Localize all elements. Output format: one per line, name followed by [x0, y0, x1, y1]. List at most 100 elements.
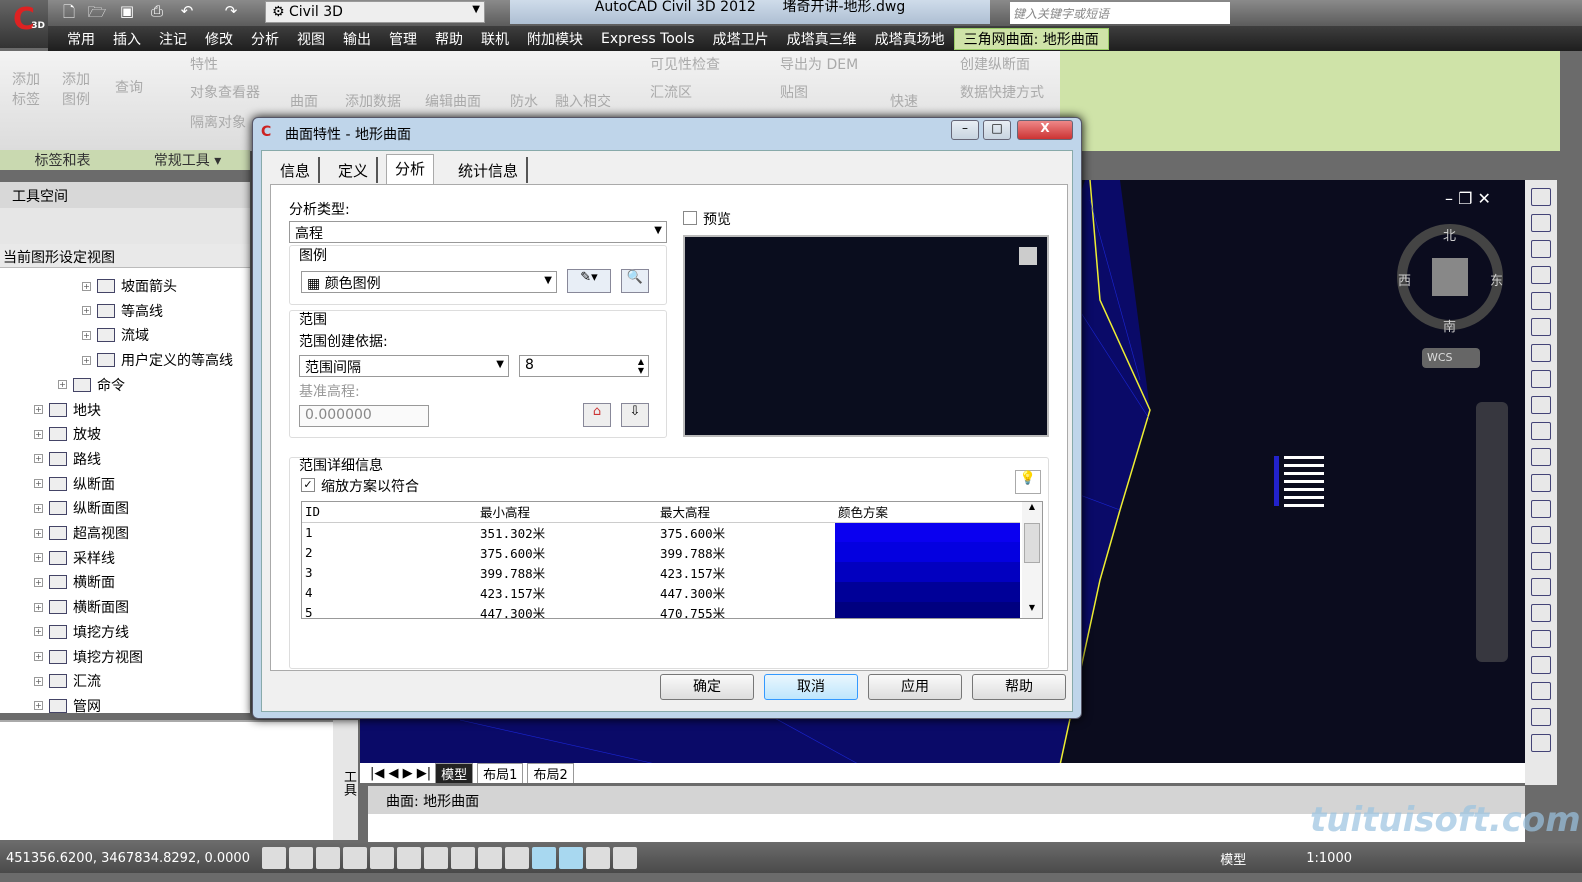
expand-icon[interactable]: +	[34, 405, 43, 414]
ribbon-button[interactable]: 汇流区	[650, 82, 692, 102]
tool-icon[interactable]	[1531, 526, 1551, 544]
tool-icon[interactable]	[1531, 708, 1551, 726]
tab-statistics[interactable]: 统计信息	[450, 157, 529, 183]
ribbon-button[interactable]: 数据快捷方式	[960, 82, 1044, 102]
menu-item[interactable]: 修改	[196, 29, 242, 49]
maximize-button[interactable]: □	[983, 120, 1011, 140]
menu-item[interactable]: 插入	[104, 29, 150, 49]
toolspace-view-select[interactable]: 当前图形设定视图	[0, 244, 250, 268]
tree-item[interactable]: + 放坡	[34, 424, 101, 444]
panel-labels-tables[interactable]: 标签和表	[0, 150, 125, 170]
spinner-icon[interactable]: ▲ ▼	[638, 357, 644, 375]
ribbon-button[interactable]: 对象查看器	[190, 82, 260, 102]
expand-icon[interactable]: +	[34, 701, 43, 711]
menu-item[interactable]: 分析	[242, 29, 288, 49]
tool-icon[interactable]	[1531, 266, 1551, 284]
expand-icon[interactable]: +	[34, 479, 43, 489]
expand-icon[interactable]: +	[82, 330, 91, 340]
expand-icon[interactable]: +	[34, 652, 43, 661]
expand-icon[interactable]: +	[34, 627, 43, 637]
menu-item[interactable]: 视图	[288, 29, 334, 49]
tree-item[interactable]: + 流域	[82, 325, 149, 345]
workspace-select[interactable]: ⚙ Civil 3D ▼	[265, 1, 485, 23]
drafting-toggle-icon[interactable]	[343, 847, 367, 869]
ok-button[interactable]: 确定	[660, 674, 754, 700]
drafting-toggle-icon[interactable]	[478, 847, 502, 869]
tool-icon[interactable]	[1531, 370, 1551, 388]
pick-elevation-button[interactable]: ⌂	[583, 403, 611, 427]
print-icon[interactable]: ⎙	[146, 2, 168, 22]
table-row[interactable]: 4 423.157米 447.300米	[302, 582, 1020, 602]
expand-icon[interactable]: +	[34, 676, 43, 686]
search-input[interactable]: 键入关键字或短语	[1010, 2, 1230, 24]
ribbon-button[interactable]: 可见性检查	[650, 54, 720, 74]
tool-icon[interactable]	[1531, 292, 1551, 310]
save-icon[interactable]: ▣	[116, 2, 138, 22]
ribbon-button[interactable]: 查询	[115, 77, 155, 97]
expand-icon[interactable]: +	[34, 577, 43, 587]
tree-item[interactable]: + 等高线	[82, 301, 163, 321]
menu-item[interactable]: 附加模块	[518, 29, 592, 49]
tree-item[interactable]: + 纵断面图	[34, 498, 129, 518]
tree-item[interactable]: + 填挖方视图	[34, 647, 143, 667]
tree-item[interactable]: + 路线	[34, 449, 101, 469]
menu-item[interactable]: 成塔真场地	[866, 29, 954, 49]
analysis-type-select[interactable]: 高程 ▼	[289, 221, 667, 243]
tree-item[interactable]: + 采样线	[34, 548, 115, 568]
expand-icon[interactable]: +	[34, 553, 43, 563]
tree-item[interactable]: + 坡面箭头	[82, 276, 177, 296]
undo-icon[interactable]: ↶	[176, 2, 198, 22]
tree-item[interactable]: + 命令	[58, 375, 125, 395]
tree-item[interactable]: + 用户定义的等高线	[82, 350, 233, 370]
range-count-stepper[interactable]: 8 ▲ ▼	[519, 355, 649, 377]
drafting-toggle-icon[interactable]	[262, 847, 286, 869]
tree-item[interactable]: + 地块	[34, 400, 101, 420]
menu-item[interactable]: 管理	[380, 29, 426, 49]
minimize-button[interactable]: –	[951, 120, 979, 140]
col-min-elev[interactable]: 最小高程	[477, 502, 657, 522]
tool-icon[interactable]	[1531, 604, 1551, 622]
apply-elevation-button[interactable]: ⇩	[621, 403, 649, 427]
tree-item[interactable]: + 横断面图	[34, 597, 129, 617]
tool-icon[interactable]	[1531, 396, 1551, 414]
drafting-toggle-icon[interactable]	[613, 847, 637, 869]
ribbon-button[interactable]: 快速	[890, 91, 918, 111]
color-swatch[interactable]	[835, 602, 1020, 618]
tool-icon[interactable]	[1531, 448, 1551, 466]
tool-icon[interactable]	[1531, 500, 1551, 518]
tree-item[interactable]: + 横断面	[34, 572, 115, 592]
color-swatch[interactable]	[835, 562, 1020, 582]
layout-tab[interactable]: 布局2	[527, 763, 574, 783]
drafting-toggle-icon[interactable]	[559, 847, 583, 869]
table-scrollbar[interactable]: ▲ ▼	[1022, 502, 1042, 618]
close-button[interactable]: X	[1017, 120, 1073, 140]
open-icon[interactable]: 🗁	[86, 2, 108, 22]
drafting-toggle-icon[interactable]	[370, 847, 394, 869]
menu-item[interactable]: 注记	[150, 29, 196, 49]
tree-item[interactable]: + 汇流	[34, 671, 101, 691]
tool-icon[interactable]	[1531, 734, 1551, 752]
drafting-toggle-icon[interactable]	[451, 847, 475, 869]
menu-item[interactable]: 成塔卫片	[704, 29, 778, 49]
ribbon-button[interactable]: 编辑曲面	[425, 91, 481, 111]
ribbon-button[interactable]: 防水	[510, 91, 538, 111]
ribbon-button[interactable]: 特性	[190, 54, 218, 74]
legend-select[interactable]: ▦ 颜色图例 ▼	[301, 271, 557, 293]
tool-icon[interactable]	[1531, 318, 1551, 336]
tool-icon[interactable]	[1531, 682, 1551, 700]
col-max-elev[interactable]: 最大高程	[657, 502, 835, 522]
help-button[interactable]: 帮助	[972, 674, 1066, 700]
expand-icon[interactable]: +	[34, 429, 43, 439]
tab-definition[interactable]: 定义	[330, 157, 379, 183]
tool-icon[interactable]	[1531, 474, 1551, 492]
preview-toggle-icon[interactable]	[1019, 247, 1037, 265]
menu-item[interactable]: 输出	[334, 29, 380, 49]
tool-icon[interactable]	[1531, 240, 1551, 258]
cancel-button[interactable]: 取消	[764, 674, 858, 700]
color-swatch[interactable]	[835, 542, 1020, 562]
expand-icon[interactable]: +	[82, 281, 91, 291]
drafting-toggle-icon[interactable]	[532, 847, 556, 869]
col-color-scheme[interactable]: 颜色方案	[835, 502, 1020, 522]
layout-tab[interactable]: 布局1	[477, 763, 524, 783]
tab-analysis[interactable]: 分析	[386, 154, 435, 184]
